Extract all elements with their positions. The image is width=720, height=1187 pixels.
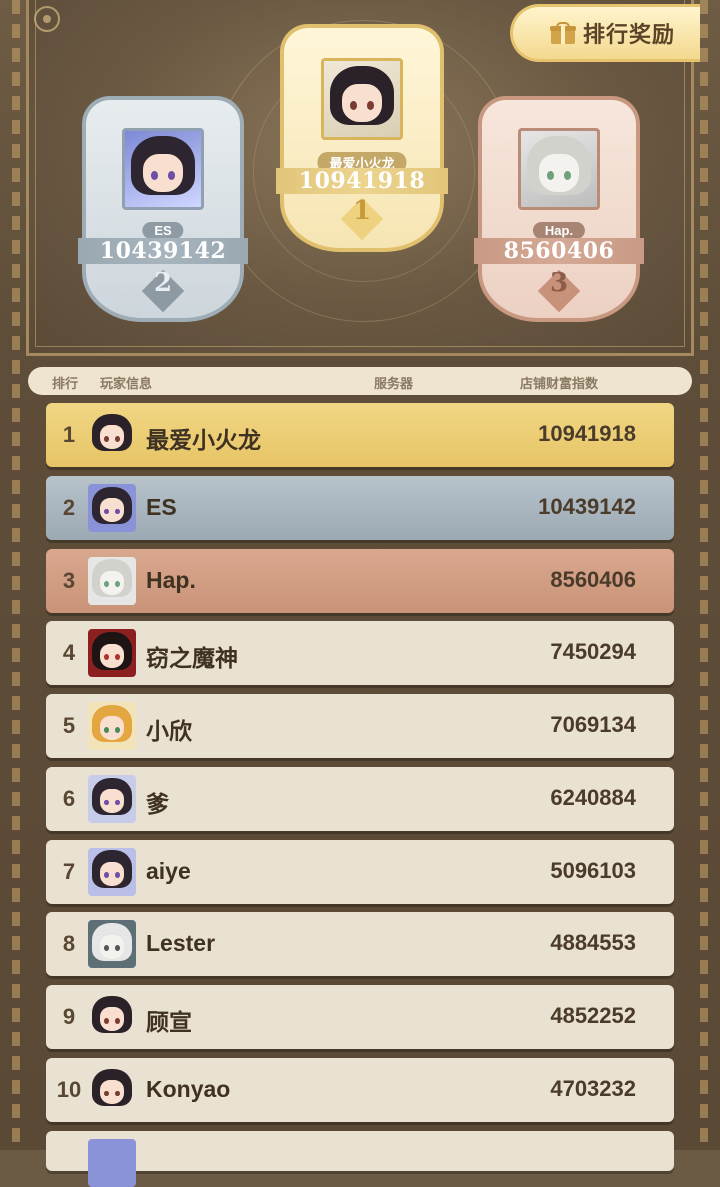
gift-icon xyxy=(550,22,576,44)
avatar xyxy=(88,774,136,823)
avatar xyxy=(88,1138,136,1187)
row-rank: 2 xyxy=(62,494,76,520)
row-wealth-score: 4703232 xyxy=(550,1075,636,1101)
row-player-name: Konyao xyxy=(146,1075,231,1102)
row-wealth-score: 7069134 xyxy=(550,712,636,737)
row-rank: 3 xyxy=(62,567,76,593)
player-portrait xyxy=(324,61,400,137)
row-wealth-score: 7450294 xyxy=(550,639,636,665)
row-player-name: 爹 xyxy=(146,790,169,817)
podium-player-name: ES xyxy=(142,222,184,239)
avatar xyxy=(88,702,136,750)
row-rank: 4 xyxy=(62,640,76,666)
row-wealth-score: 5096103 xyxy=(550,857,636,883)
podium-rank-number: 3 xyxy=(549,268,569,298)
table-row[interactable]: 8 Lester 4884553 xyxy=(46,912,674,977)
row-rank: 1 xyxy=(62,422,76,447)
leaderboard-table-header: 排行 玩家信息 服务器 店铺财富指数 xyxy=(28,367,692,395)
row-rank: 6 xyxy=(62,785,76,811)
podium-player-name: Hap. xyxy=(532,222,586,239)
table-row[interactable]: 9 顾宣 4852252 xyxy=(46,985,674,1049)
avatar xyxy=(88,483,136,532)
podium-score: 10941918 xyxy=(276,168,448,194)
table-row-partial[interactable] xyxy=(46,1130,674,1187)
table-row[interactable]: 10 Konyao 4703232 xyxy=(46,1057,674,1122)
avatar xyxy=(88,920,136,969)
header-server: 服务器 xyxy=(374,376,414,391)
table-row[interactable]: 1 最爱小火龙 10941918 xyxy=(46,403,674,467)
table-row[interactable]: 5 小欣 7069134 xyxy=(46,694,674,758)
avatar xyxy=(88,993,136,1041)
rank-rewards-label: 排行奖励 xyxy=(583,22,676,47)
gear-ornament-icon xyxy=(34,6,60,32)
header-player-info: 玩家信息 xyxy=(100,376,153,391)
podium-card-rank-1[interactable]: 最爱小火龙 10941918 1 xyxy=(276,24,448,252)
player-portrait xyxy=(521,131,597,207)
rank-rewards-button[interactable]: 排行奖励 xyxy=(510,4,700,62)
podium-score: 10439142 xyxy=(78,238,248,264)
avatar xyxy=(122,128,204,210)
avatar xyxy=(88,411,136,459)
table-row[interactable]: 6 爹 6240884 xyxy=(46,766,674,831)
row-wealth-score: 4884553 xyxy=(550,930,636,956)
row-player-name: 顾宣 xyxy=(146,1009,192,1035)
header-rank: 排行 xyxy=(52,376,79,391)
row-wealth-score: 10439142 xyxy=(538,493,636,519)
podium-rank-number: 2 xyxy=(153,268,173,298)
avatar xyxy=(88,629,136,678)
row-player-name: 最爱小火龙 xyxy=(146,427,261,453)
table-row[interactable]: 2 ES 10439142 xyxy=(46,475,674,540)
player-portrait xyxy=(125,131,201,207)
avatar xyxy=(518,128,600,210)
row-rank: 5 xyxy=(62,713,76,738)
avatar xyxy=(88,847,136,896)
row-wealth-score: 8560406 xyxy=(550,566,636,592)
podium-card-rank-2[interactable]: ES 10439142 2 xyxy=(78,96,248,322)
row-player-name: aiye xyxy=(146,857,191,884)
row-player-name: 小欣 xyxy=(146,718,192,744)
avatar xyxy=(321,58,403,140)
row-wealth-score: 4852252 xyxy=(550,1003,636,1028)
row-rank: 10 xyxy=(56,1076,82,1102)
avatar xyxy=(88,1065,136,1114)
row-wealth-score: 6240884 xyxy=(550,784,636,810)
row-player-name: ES xyxy=(146,493,177,520)
table-row[interactable]: 7 aiye 5096103 xyxy=(46,839,674,904)
table-row[interactable]: 3 Hap. 8560406 xyxy=(46,548,674,613)
row-rank: 9 xyxy=(62,1004,76,1029)
row-player-name: 窃之魔神 xyxy=(146,645,238,672)
podium-score: 8560406 xyxy=(474,238,644,264)
row-rank: 7 xyxy=(62,858,76,884)
row-player-name: Lester xyxy=(146,930,216,957)
table-row[interactable]: 4 窃之魔神 7450294 xyxy=(46,621,674,686)
header-wealth-index: 店铺财富指数 xyxy=(520,376,599,391)
leaderboard-screen: 排行奖励 ES 10439142 2 最爱小火龙 10941918 1 Hap.… xyxy=(0,0,720,1187)
podium-card-rank-3[interactable]: Hap. 8560406 3 xyxy=(474,96,644,322)
row-player-name: Hap. xyxy=(146,566,196,593)
row-wealth-score: 10941918 xyxy=(538,421,636,446)
row-rank: 8 xyxy=(62,931,76,957)
leaderboard-list[interactable]: 1 最爱小火龙 10941918 2 ES 10439142 3 Hap. 85… xyxy=(46,403,674,1187)
avatar xyxy=(88,556,136,605)
podium-rank-number: 1 xyxy=(352,196,372,226)
